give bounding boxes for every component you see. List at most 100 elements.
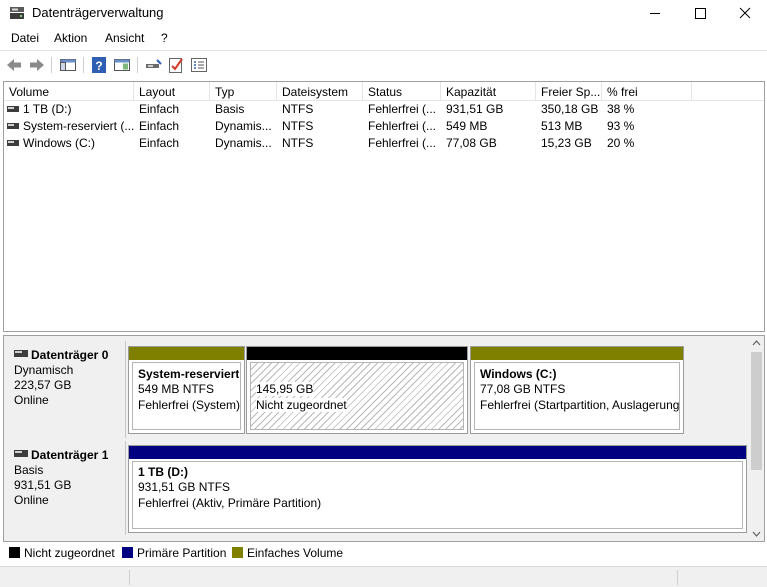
legend-label: Einfaches Volume <box>247 546 344 560</box>
disk-icon <box>14 350 28 357</box>
cell-status: Fehlerfrei (... <box>368 102 437 116</box>
column-header-typ[interactable]: Typ <box>210 82 277 101</box>
partition-size: 549 MB NTFS <box>138 382 215 396</box>
scroll-down-icon[interactable] <box>749 527 764 541</box>
cell-layout: Einfach <box>139 136 180 150</box>
disk-management-icon <box>10 7 24 19</box>
cell-dateisystem: NTFS <box>282 102 314 116</box>
legend-item-unallocated: Nicht zugeordnet <box>9 546 115 560</box>
cell-prozent-frei: 38 % <box>607 102 635 116</box>
disk-0-size: 223,57 GB <box>14 378 72 392</box>
menu-bar: Datei Aktion Ansicht ? <box>0 28 767 48</box>
partition-color-bar <box>129 446 746 459</box>
partition-system-reserved[interactable]: System-reserviert 549 MB NTFS Fehlerfrei… <box>128 346 245 434</box>
legend-swatch <box>9 547 20 558</box>
column-header-status[interactable]: Status <box>363 82 441 101</box>
cell-status: Fehlerfrei (... <box>368 136 437 150</box>
cell-kapazitaet: 931,51 GB <box>446 102 504 116</box>
legend-swatch <box>232 547 243 558</box>
partition-body: Windows (C:) 77,08 GB NTFS Fehlerfrei (S… <box>474 362 680 430</box>
toolbar: ? <box>0 50 767 78</box>
partition-body: System-reserviert 549 MB NTFS Fehlerfrei… <box>132 362 241 430</box>
scroll-up-icon[interactable] <box>749 336 764 350</box>
minimize-button[interactable] <box>632 0 678 27</box>
forward-arrow-icon[interactable] <box>27 55 47 75</box>
legend-label: Nicht zugeordnet <box>24 546 115 560</box>
partition-windows-c[interactable]: Windows (C:) 77,08 GB NTFS Fehlerfrei (S… <box>470 346 684 434</box>
legend: Nicht zugeordnet Primäre Partition Einfa… <box>3 543 765 563</box>
show-hide-pane-icon[interactable] <box>112 55 132 75</box>
close-button[interactable] <box>722 0 767 27</box>
column-header-prozent-frei[interactable]: % frei <box>602 82 692 101</box>
legend-swatch <box>122 547 133 558</box>
partition-title: System-reserviert <box>138 367 240 381</box>
cell-dateisystem: NTFS <box>282 119 314 133</box>
column-header-dateisystem[interactable]: Dateisystem <box>277 82 363 101</box>
disk-1-state: Online <box>14 493 49 507</box>
list-header: Volume Layout Typ Dateisystem Status Kap… <box>4 82 764 101</box>
column-header-freier-speicher[interactable]: Freier Sp... <box>536 82 602 101</box>
disk-0-type: Dynamisch <box>14 363 74 377</box>
cell-prozent-frei: 93 % <box>607 119 635 133</box>
connect-icon[interactable] <box>143 55 163 75</box>
maximize-button[interactable] <box>678 0 724 27</box>
legend-item-primary-partition: Primäre Partition <box>122 546 226 560</box>
table-row[interactable]: Windows (C:) Einfach Dynamis... NTFS Feh… <box>4 135 764 152</box>
column-header-kapazitaet[interactable]: Kapazität <box>441 82 536 101</box>
disk-1-name: Datenträger 1 <box>31 448 109 462</box>
toolbar-separator <box>51 57 52 73</box>
scroll-thumb[interactable] <box>751 352 762 470</box>
table-row[interactable]: 1 TB (D:) Einfach Basis NTFS Fehlerfrei … <box>4 101 764 118</box>
column-header-layout[interactable]: Layout <box>134 82 210 101</box>
disk-0-label[interactable]: Datenträger 0 Dynamisch 223,57 GB Online <box>5 341 126 438</box>
cell-volume: System-reserviert (... <box>23 119 134 133</box>
disk-1-size: 931,51 GB <box>14 478 72 492</box>
disk-icon <box>14 450 28 457</box>
table-row[interactable]: System-reserviert (... Einfach Dynamis..… <box>4 118 764 135</box>
partition-title: Windows (C:) <box>480 367 557 381</box>
disk-1-label[interactable]: Datenträger 1 Basis 931,51 GB Online <box>5 441 126 535</box>
status-bar <box>0 566 767 587</box>
menu-aktion[interactable]: Aktion <box>54 31 87 45</box>
disk-pane-scrollbar[interactable] <box>749 336 764 541</box>
partition-unallocated[interactable]: 145,95 GB Nicht zugeordnet <box>246 346 468 434</box>
menu-datei[interactable]: Datei <box>11 31 39 45</box>
cell-volume: Windows (C:) <box>23 136 96 150</box>
cell-kapazitaet: 549 MB <box>446 119 488 133</box>
partition-body: 1 TB (D:) 931,51 GB NTFS Fehlerfrei (Akt… <box>132 461 743 529</box>
console-tree-icon[interactable] <box>58 55 78 75</box>
menu-help[interactable]: ? <box>161 31 168 45</box>
toolbar-separator <box>137 57 138 73</box>
cell-typ: Basis <box>215 102 245 116</box>
disk-1-type: Basis <box>14 463 44 477</box>
cell-typ: Dynamis... <box>215 136 272 150</box>
legend-item-simple-volume: Einfaches Volume <box>232 546 343 560</box>
partition-body: 145,95 GB Nicht zugeordnet <box>250 362 464 430</box>
properties-icon[interactable] <box>189 55 209 75</box>
disk-0-state: Online <box>14 393 49 407</box>
partition-status: Nicht zugeordnet <box>256 398 347 412</box>
cell-typ: Dynamis... <box>215 119 272 133</box>
partition-color-bar <box>247 347 467 360</box>
cell-freier-speicher: 15,23 GB <box>541 136 592 150</box>
partition-color-bar <box>129 347 244 360</box>
cell-kapazitaet: 77,08 GB <box>446 136 497 150</box>
cell-freier-speicher: 350,18 GB <box>541 102 599 116</box>
status-segment <box>130 570 678 585</box>
check-icon[interactable] <box>166 55 186 75</box>
cell-volume: 1 TB (D:) <box>23 102 72 116</box>
disk-map-pane: Datenträger 0 Dynamisch 223,57 GB Online… <box>3 335 765 542</box>
column-header-volume[interactable]: Volume <box>4 82 134 101</box>
partition-1tb-d[interactable]: 1 TB (D:) 931,51 GB NTFS Fehlerfrei (Akt… <box>128 445 747 533</box>
back-arrow-icon[interactable] <box>4 55 24 75</box>
toolbar-separator <box>83 57 84 73</box>
cell-prozent-frei: 20 % <box>607 136 635 150</box>
help-icon[interactable]: ? <box>89 55 109 75</box>
cell-layout: Einfach <box>139 102 180 116</box>
window-title: Datenträgerverwaltung <box>32 5 164 20</box>
menu-ansicht[interactable]: Ansicht <box>105 31 144 45</box>
partition-status: Fehlerfrei (Startpartition, Auslagerung <box>480 398 679 412</box>
partition-size: 931,51 GB NTFS <box>138 480 231 494</box>
status-segment <box>678 570 767 585</box>
cell-dateisystem: NTFS <box>282 136 314 150</box>
